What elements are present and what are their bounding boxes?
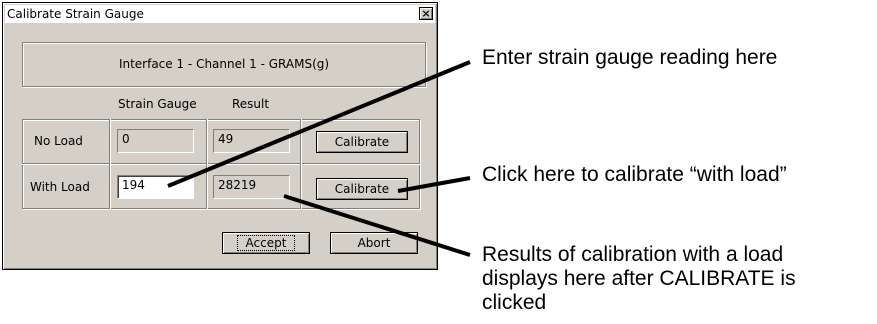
callout-line-calibrate: [397, 176, 471, 193]
annotation-results-line-1: Results of calibration with a load: [482, 243, 784, 266]
annotation-results-line-2: displays here after CALIBRATE is: [482, 267, 796, 290]
callout-line-result: [283, 194, 471, 257]
annotation-click-calibrate: Click here to calibrate “with load”: [482, 163, 787, 186]
callout-line-input: [167, 60, 471, 188]
annotation-enter-reading: Enter strain gauge reading here: [482, 46, 778, 69]
annotation-results-line-3: clicked: [482, 291, 547, 314]
